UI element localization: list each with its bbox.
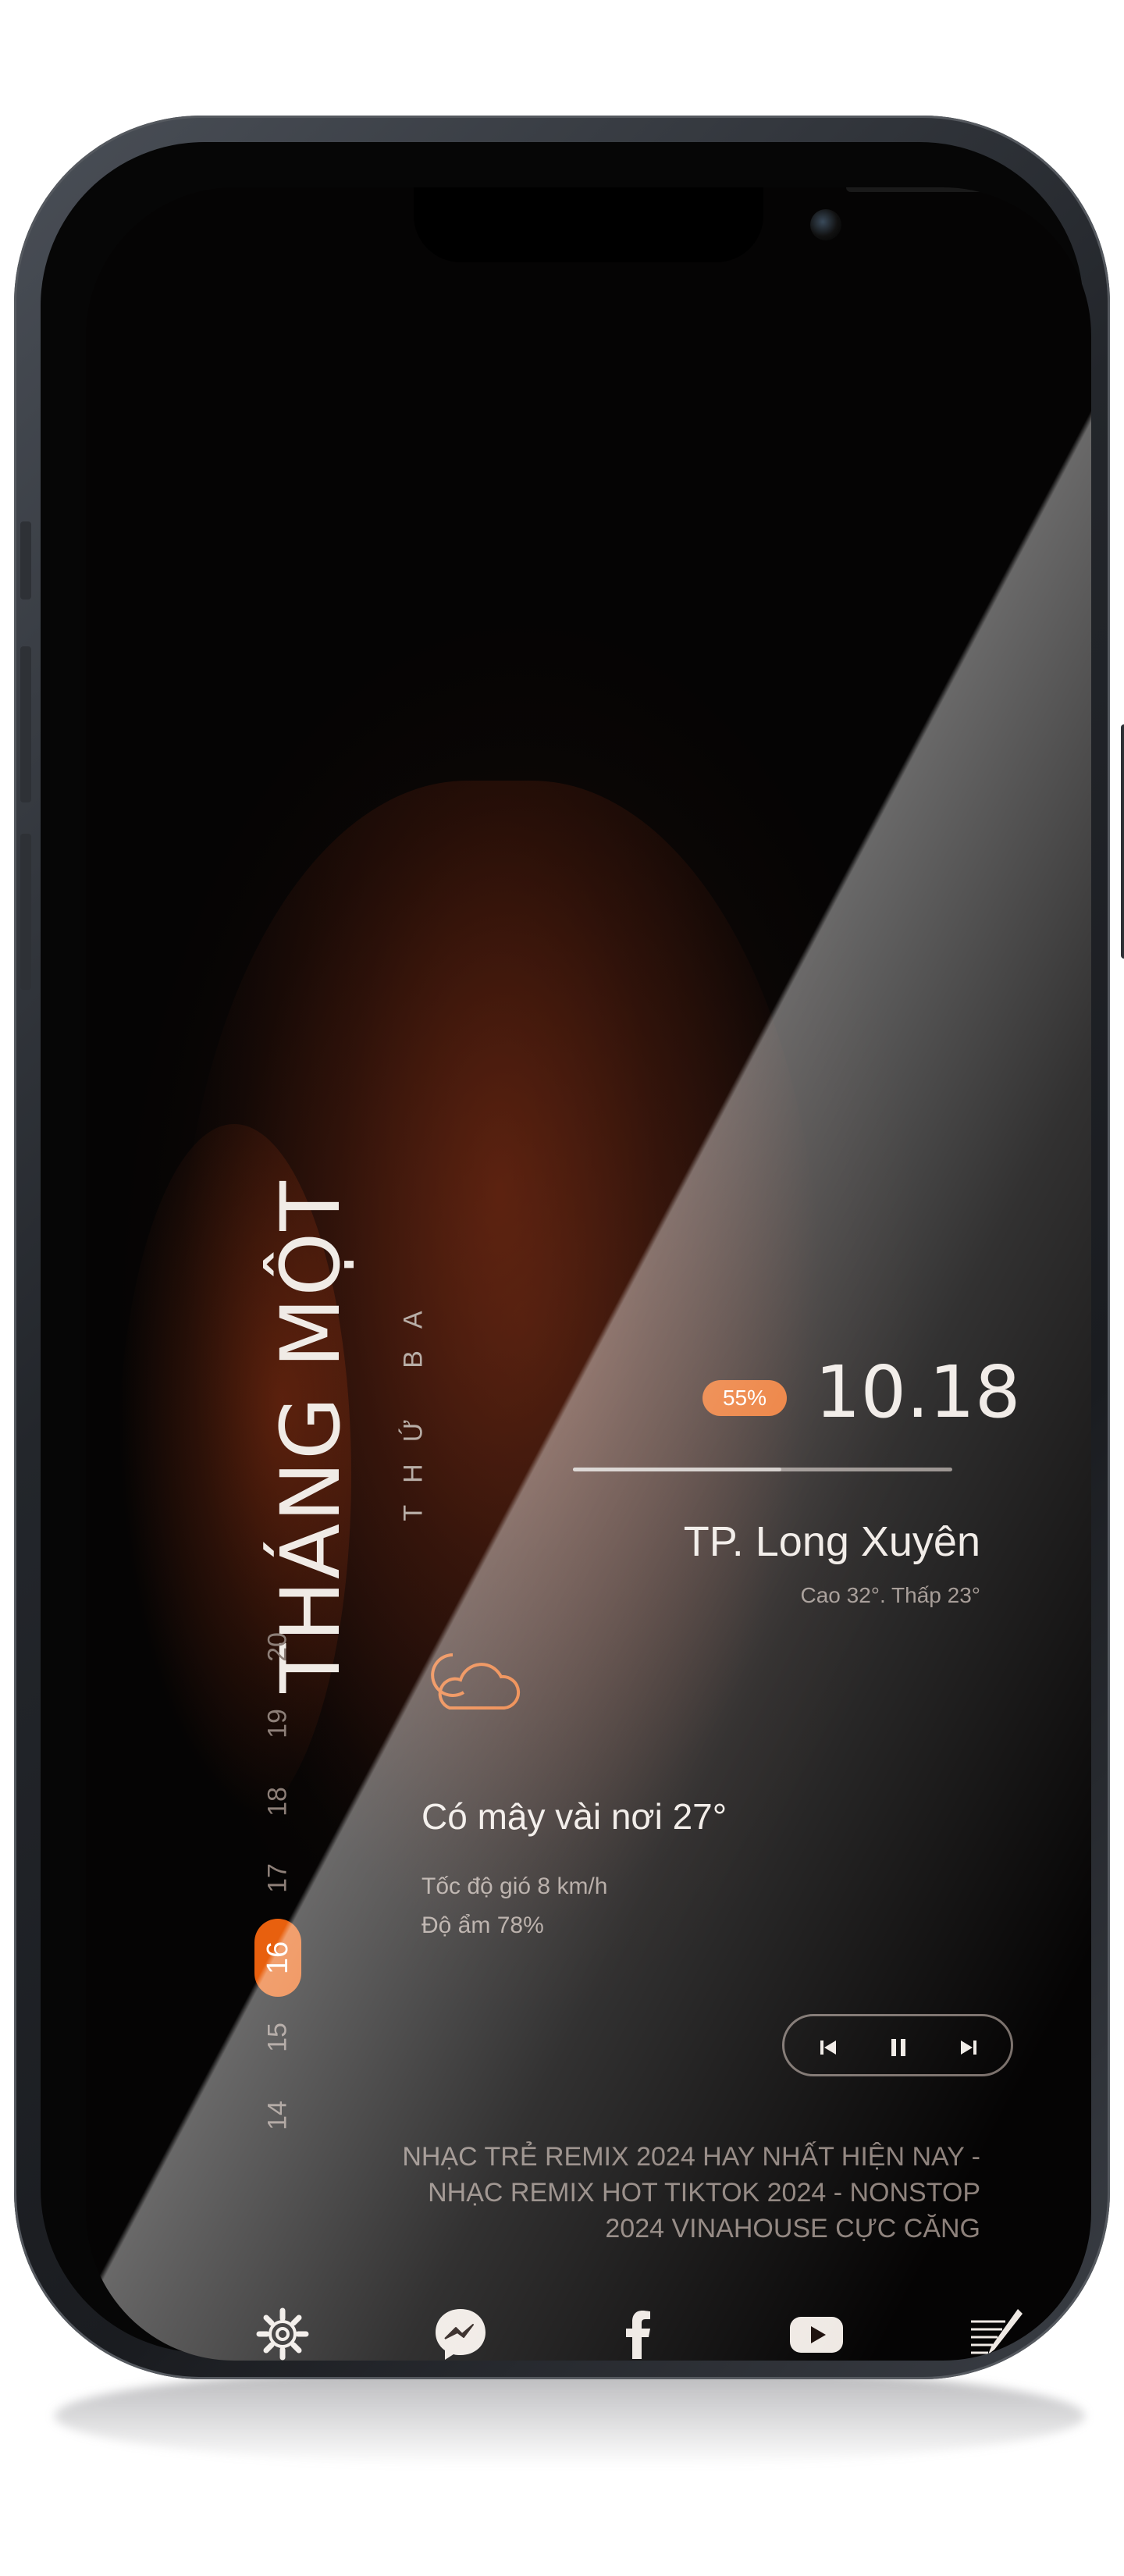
day-item[interactable]: 18 <box>263 1770 293 1833</box>
skip-next-icon[interactable] <box>953 2032 984 2063</box>
temperature-range: Cao 32°. Thấp 23° <box>800 1583 980 1607</box>
youtube-icon[interactable] <box>785 2303 848 2361</box>
day-item-active[interactable]: 16 <box>254 1919 301 1997</box>
day-item[interactable]: 17 <box>263 1847 293 1909</box>
volume-down-button <box>20 834 31 990</box>
wind-speed: Tốc độ gió 8 km/h <box>422 1873 608 1899</box>
skip-previous-icon[interactable] <box>813 2032 844 2063</box>
city-name: TP. Long Xuyên <box>683 1518 980 1565</box>
earpiece-speaker <box>846 187 1002 192</box>
phone-frame: THÁNG MỘT THỨ BA 14 15 16 17 18 19 20 55… <box>14 116 1124 2379</box>
battery-bar <box>573 1468 952 1471</box>
gear-icon[interactable] <box>251 2303 314 2361</box>
home-screen: THÁNG MỘT THỨ BA 14 15 16 17 18 19 20 55… <box>86 187 1091 2361</box>
volume-up-button <box>20 646 31 802</box>
music-controls <box>782 2014 1013 2076</box>
battery-bar-fill <box>573 1468 782 1471</box>
partly-cloudy-icon <box>431 1653 521 1710</box>
clock-time: 10.18 <box>815 1350 1021 1434</box>
notes-icon[interactable] <box>963 2303 1026 2361</box>
notch <box>414 187 1002 262</box>
day-item[interactable]: 19 <box>263 1692 293 1755</box>
phone-reflection <box>55 2365 1085 2467</box>
mute-switch <box>20 521 31 600</box>
front-camera <box>810 209 841 240</box>
humidity: Độ ẩm 78% <box>422 1912 544 1938</box>
facebook-icon[interactable] <box>607 2303 670 2361</box>
mockup-stage: THÁNG MỘT THỨ BA 14 15 16 17 18 19 20 55… <box>0 0 1124 2576</box>
song-title: NHẠC TRẺ REMIX 2024 HAY NHẤT HIỆN NAY - … <box>402 2142 980 2243</box>
battery-badge: 55% <box>702 1380 787 1416</box>
day-item[interactable]: 20 <box>263 1616 293 1678</box>
pause-icon[interactable] <box>883 2032 914 2063</box>
weekday-label: THỨ BA <box>398 1289 429 1521</box>
phone-bezel: THÁNG MỘT THỨ BA 14 15 16 17 18 19 20 55… <box>41 142 1091 2361</box>
day-item[interactable]: 14 <box>263 2084 293 2147</box>
messenger-icon[interactable] <box>429 2303 492 2361</box>
power-button <box>1121 724 1124 959</box>
weather-condition: Có mây vài nơi 27° <box>422 1796 727 1837</box>
day-item[interactable]: 15 <box>263 2006 293 2069</box>
